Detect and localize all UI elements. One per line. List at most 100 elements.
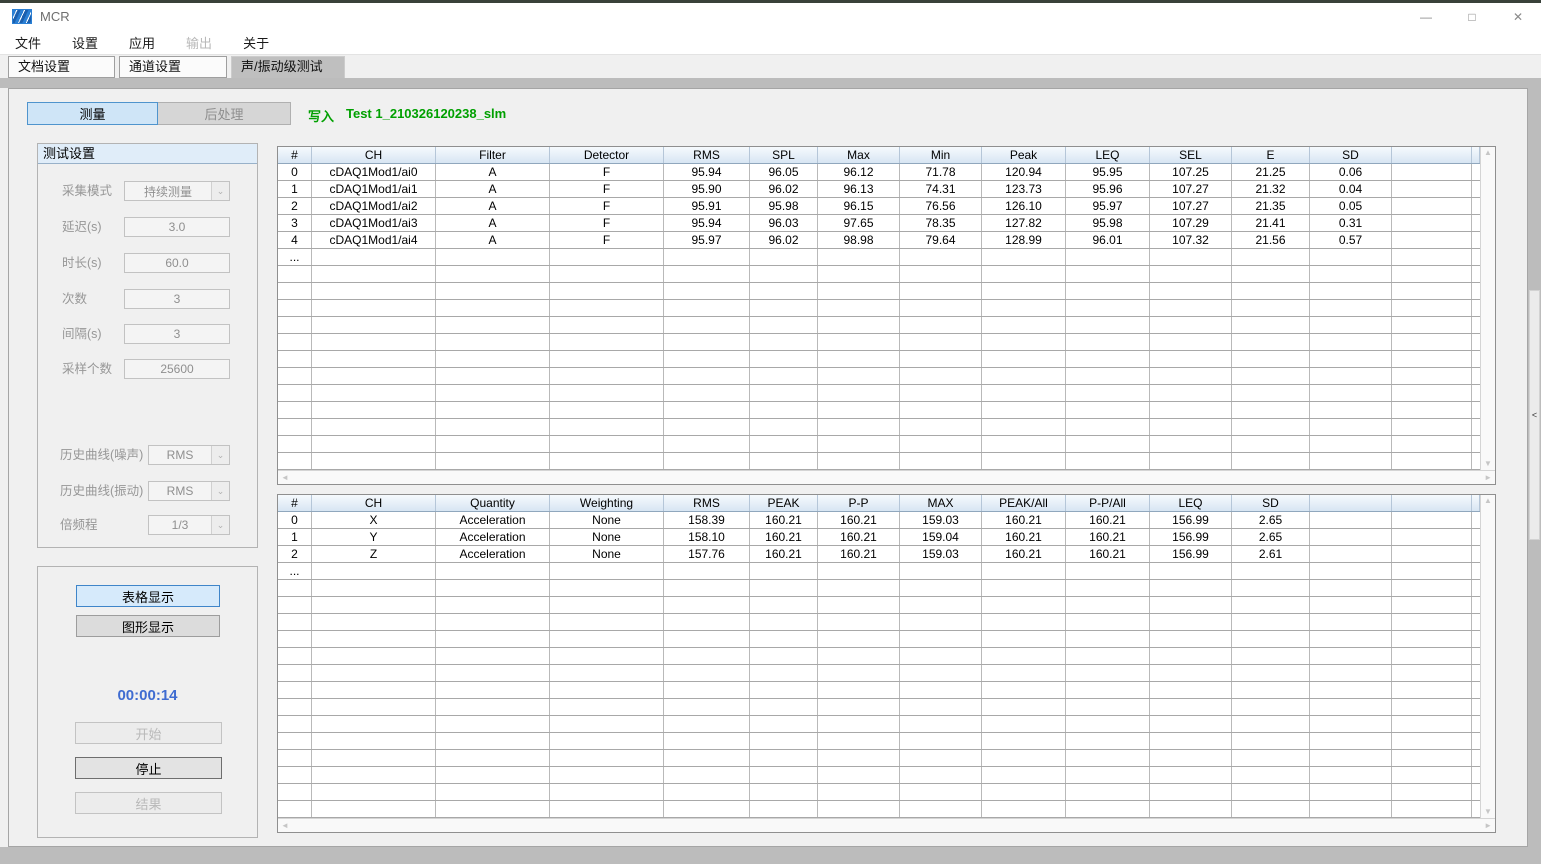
table-cell: 95.97 — [1066, 198, 1150, 214]
column-header[interactable]: Detector — [550, 147, 664, 163]
table-cell: 96.05 — [750, 164, 818, 180]
column-header[interactable]: SD — [1232, 495, 1310, 511]
menu-file[interactable]: 文件 — [4, 30, 52, 55]
stop-button[interactable]: 停止 — [75, 757, 222, 779]
table-cell: F — [550, 232, 664, 248]
horizontal-scrollbar[interactable]: ◄ ► — [278, 818, 1495, 832]
table-row — [278, 665, 1480, 682]
column-header[interactable]: LEQ — [1150, 495, 1232, 511]
table-cell — [900, 419, 982, 435]
table-row — [278, 385, 1480, 402]
table-cell — [1472, 419, 1480, 435]
table-display-button[interactable]: 表格显示 — [76, 585, 220, 607]
column-header[interactable]: SD — [1310, 147, 1392, 163]
column-header[interactable]: P-P — [818, 495, 900, 511]
column-header[interactable]: # — [278, 147, 312, 163]
maximize-button[interactable]: □ — [1449, 3, 1495, 30]
scroll-up-icon[interactable]: ▲ — [1484, 497, 1492, 505]
column-header[interactable]: Filter — [436, 147, 550, 163]
history-vibration-select[interactable]: RMS ⌄ — [148, 481, 230, 501]
duration-input[interactable]: 60.0 — [124, 253, 230, 273]
close-button[interactable]: ✕ — [1495, 3, 1541, 30]
menu-settings[interactable]: 设置 — [61, 30, 109, 55]
table-cell — [1066, 699, 1150, 715]
column-header[interactable]: E — [1232, 147, 1310, 163]
column-header[interactable]: PEAK/All — [982, 495, 1066, 511]
main-panel: 测量 后处理 写入 Test 1_210326120238_slm 测试设置 采… — [8, 88, 1528, 847]
collapse-splitter[interactable]: < — [1529, 290, 1540, 540]
table-cell — [1472, 682, 1480, 698]
history-noise-select[interactable]: RMS ⌄ — [148, 445, 230, 465]
tab-document-settings[interactable]: 文档设置 — [8, 56, 115, 78]
scroll-right-icon[interactable]: ► — [1484, 822, 1492, 830]
menu-about[interactable]: 关于 — [232, 30, 280, 55]
measure-button[interactable]: 测量 — [27, 102, 158, 125]
vertical-scrollbar[interactable]: ▲ ▼ — [1480, 495, 1495, 818]
table-cell — [982, 699, 1066, 715]
table-cell — [818, 682, 900, 698]
interval-input[interactable]: 3 — [124, 324, 230, 344]
table-cell — [1066, 419, 1150, 435]
table-cell: 159.03 — [900, 546, 982, 562]
column-header[interactable]: SPL — [750, 147, 818, 163]
table-cell — [818, 733, 900, 749]
table-cell — [664, 733, 750, 749]
column-header[interactable] — [1392, 495, 1472, 511]
minimize-button[interactable]: — — [1403, 3, 1449, 30]
table-cell — [1310, 512, 1392, 528]
table-cell — [750, 436, 818, 452]
column-header[interactable]: Quantity — [436, 495, 550, 511]
table-cell — [1232, 402, 1310, 418]
column-header[interactable]: RMS — [664, 495, 750, 511]
tab-channel-settings[interactable]: 通道设置 — [119, 56, 227, 78]
table-cell — [550, 801, 664, 817]
column-header[interactable]: CH — [312, 495, 436, 511]
table-cell: Y — [312, 529, 436, 545]
delay-input[interactable]: 3.0 — [124, 217, 230, 237]
column-header[interactable] — [1472, 147, 1480, 163]
octave-select[interactable]: 1/3 ⌄ — [148, 515, 230, 535]
field-interval: 间隔(s) 3 — [38, 324, 257, 344]
table-cell — [900, 733, 982, 749]
column-header[interactable] — [1392, 147, 1472, 163]
column-header[interactable]: Weighting — [550, 495, 664, 511]
column-header[interactable]: MAX — [900, 495, 982, 511]
table-cell — [1066, 300, 1150, 316]
vertical-scrollbar[interactable]: ▲ ▼ — [1480, 147, 1495, 470]
table-cell — [436, 631, 550, 647]
scroll-up-icon[interactable]: ▲ — [1484, 149, 1492, 157]
table-cell: 107.29 — [1150, 215, 1232, 231]
scroll-left-icon[interactable]: ◄ — [281, 474, 289, 482]
horizontal-scrollbar[interactable]: ◄ ► — [278, 470, 1495, 484]
column-header[interactable]: # — [278, 495, 312, 511]
table-cell — [982, 767, 1066, 783]
table-cell — [818, 385, 900, 401]
column-header[interactable]: Max — [818, 147, 900, 163]
column-header[interactable]: CH — [312, 147, 436, 163]
scroll-right-icon[interactable]: ► — [1484, 474, 1492, 482]
menu-application[interactable]: 应用 — [118, 30, 166, 55]
scroll-left-icon[interactable]: ◄ — [281, 822, 289, 830]
table-cell — [278, 368, 312, 384]
table-cell — [550, 351, 664, 367]
sample-count-input[interactable]: 25600 — [124, 359, 230, 379]
tab-sound-vibration-test[interactable]: 声/振动级测试 — [231, 56, 345, 79]
column-header[interactable]: PEAK — [750, 495, 818, 511]
scroll-down-icon[interactable]: ▼ — [1484, 460, 1492, 468]
scroll-down-icon[interactable]: ▼ — [1484, 808, 1492, 816]
column-header[interactable] — [1472, 495, 1480, 511]
column-header[interactable]: Peak — [982, 147, 1066, 163]
column-header[interactable]: P-P/All — [1066, 495, 1150, 511]
field-label: 采样个数 — [62, 359, 112, 379]
column-header[interactable]: RMS — [664, 147, 750, 163]
acquisition-mode-select[interactable]: 持续测量 ⌄ — [124, 181, 230, 201]
table-cell — [550, 614, 664, 630]
column-header[interactable] — [1310, 495, 1392, 511]
count-input[interactable]: 3 — [124, 289, 230, 309]
column-header[interactable]: SEL — [1150, 147, 1232, 163]
table-cell — [1150, 436, 1232, 452]
column-header[interactable]: LEQ — [1066, 147, 1150, 163]
column-header[interactable]: Min — [900, 147, 982, 163]
table-cell — [664, 266, 750, 282]
graph-display-button[interactable]: 图形显示 — [76, 615, 220, 637]
